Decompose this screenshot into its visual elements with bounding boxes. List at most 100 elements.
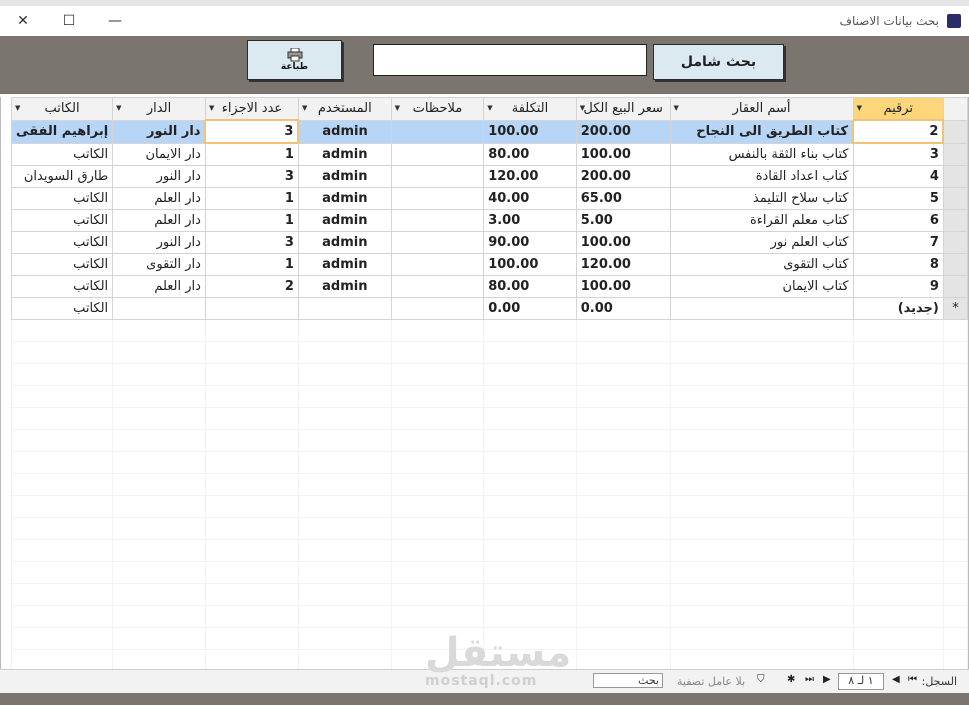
search-button[interactable]: بحث شامل [653,44,784,80]
column-header-price[interactable]: سعر البيع الكل ▼ [575,97,671,121]
table-row[interactable]: 6 كتاب معلم القراءة 5.00 3.00 admin 1 دار العل… [10,209,969,232]
chevron-down-icon[interactable]: ▼ [116,104,121,112]
cell-author[interactable]: الكاتب [10,231,114,254]
cell-price[interactable]: 120.00 [575,253,671,276]
first-record-button[interactable]: ⏮ [908,674,917,685]
cell-id[interactable]: 3 [852,142,944,166]
cell-parts[interactable]: 2 [204,275,299,298]
column-header-id[interactable]: ترقيم ▼ [852,97,944,121]
cell-house[interactable]: دار النور [112,231,206,254]
cell-id[interactable]: (جديد) [852,297,944,320]
select-all-cell[interactable] [942,97,969,121]
filter-status[interactable]: بلا عامل تصفية [677,675,745,688]
cell-id[interactable]: 4 [852,165,944,188]
cell-id[interactable]: 7 [852,231,944,254]
cell-cost[interactable]: 3.00 [483,209,577,232]
cell-price[interactable]: 5.00 [575,209,671,232]
table-row[interactable]: 5 كتاب سلاح التليمذ 65.00 40.00 admin 1 دار ال… [10,187,969,210]
cell-parts[interactable]: 1 [204,253,299,276]
cell-cost[interactable]: 100.00 [483,253,577,276]
cell-parts[interactable]: 3 [204,165,299,188]
cell-author[interactable]: الكاتب [10,142,114,166]
cell-cost[interactable]: 0.00 [483,297,577,320]
cell-parts[interactable]: 3 [204,231,299,254]
cell-author[interactable]: الكاتب [10,275,114,298]
new-record-button[interactable]: ✱ [787,674,795,685]
chevron-down-icon[interactable]: ▼ [487,104,492,112]
table-row[interactable]: 2 كتاب الطريق الى النجاح 200.00 100.00 admin… [10,119,969,144]
cell-cost[interactable]: 90.00 [483,231,577,254]
row-selector[interactable] [942,253,969,276]
cell-parts[interactable]: 3 [204,119,300,144]
cell-user[interactable] [297,297,392,320]
cell-cost[interactable]: 80.00 [483,142,577,166]
cell-parts[interactable]: 1 [204,187,299,210]
cell-user[interactable]: admin [297,187,392,210]
chevron-down-icon[interactable]: ▼ [580,104,585,112]
cell-name[interactable]: كتاب سلاح التليمذ [669,187,854,210]
chevron-down-icon[interactable]: ▼ [209,104,214,112]
cell-notes[interactable] [390,119,485,144]
cell-price[interactable]: 100.00 [575,142,671,166]
cell-parts[interactable] [204,297,299,320]
cell-id[interactable]: 9 [852,275,944,298]
print-button[interactable]: طباعة [247,40,342,80]
cell-cost[interactable]: 40.00 [483,187,577,210]
cell-parts[interactable]: 1 [204,209,299,232]
cell-user[interactable]: admin [297,253,392,276]
new-record-row[interactable]: * (جديد) 0.00 0.00 الكاتب [10,297,969,320]
cell-user[interactable]: admin [297,275,392,298]
maximize-button[interactable]: ☐ [46,6,92,36]
row-selector[interactable] [942,275,969,298]
last-record-button[interactable]: ⏭ [805,674,814,685]
cell-price[interactable]: 100.00 [575,275,671,298]
minimize-button[interactable]: — [92,6,138,36]
column-header-parts[interactable]: عدد الاجزاء ▼ [204,97,299,121]
cell-parts[interactable]: 1 [204,142,299,166]
cell-author[interactable]: الكاتب [10,209,114,232]
row-selector[interactable] [942,231,969,254]
cell-notes[interactable] [390,209,485,232]
cell-price[interactable]: 65.00 [575,187,671,210]
table-row[interactable]: 7 كتاب العلم نور 100.00 90.00 admin 3 دار النو… [10,231,969,254]
cell-house[interactable]: دار العلم [112,187,206,210]
cell-price[interactable]: 0.00 [575,297,671,320]
next-record-button[interactable]: ▶ [823,674,831,685]
cell-user[interactable]: admin [297,165,392,188]
record-number-field[interactable]: ١ لـ ٨ [838,673,884,690]
cell-house[interactable]: دار التقوى [112,253,206,276]
chevron-down-icon[interactable]: ▼ [395,104,400,112]
cell-name[interactable]: كتاب الايمان [669,275,854,298]
cell-name[interactable]: كتاب بناء الثقة بالنفس [669,142,854,166]
cell-notes[interactable] [390,253,485,276]
chevron-down-icon[interactable]: ▼ [857,104,862,112]
cell-name[interactable]: كتاب التقوى [669,253,854,276]
cell-house[interactable] [112,297,206,320]
column-header-name[interactable]: أسم العقار ▼ [669,97,854,121]
chevron-down-icon[interactable]: ▼ [15,104,20,112]
table-row[interactable]: 9 كتاب الايمان 100.00 80.00 admin 2 دار العلم ا… [10,275,969,298]
cell-id[interactable]: 6 [852,209,944,232]
cell-price[interactable]: 200.00 [575,119,671,144]
column-header-author[interactable]: الكاتب ▼ [10,97,114,121]
cell-cost[interactable]: 80.00 [483,275,577,298]
cell-id[interactable]: 5 [852,187,944,210]
row-selector[interactable] [942,142,969,166]
column-header-house[interactable]: الدار ▼ [112,97,206,121]
cell-notes[interactable] [390,231,485,254]
cell-notes[interactable] [390,275,485,298]
row-selector[interactable] [942,165,969,188]
cell-notes[interactable] [390,297,485,320]
row-selector[interactable] [942,187,969,210]
cell-notes[interactable] [390,165,485,188]
close-button[interactable]: ✕ [0,6,46,36]
row-selector[interactable] [942,119,969,144]
column-header-user[interactable]: المستخدم ▼ [297,97,392,121]
cell-house[interactable]: دار الايمان [112,142,206,166]
table-row[interactable]: 4 كتاب اعداد القادة 200.00 120.00 admin 3 دار … [10,165,969,188]
cell-notes[interactable] [390,142,485,166]
previous-record-button[interactable]: ◀ [892,674,900,685]
cell-user[interactable]: admin [297,209,392,232]
cell-user[interactable]: admin [297,231,392,254]
cell-name[interactable]: كتاب العلم نور [669,231,854,254]
